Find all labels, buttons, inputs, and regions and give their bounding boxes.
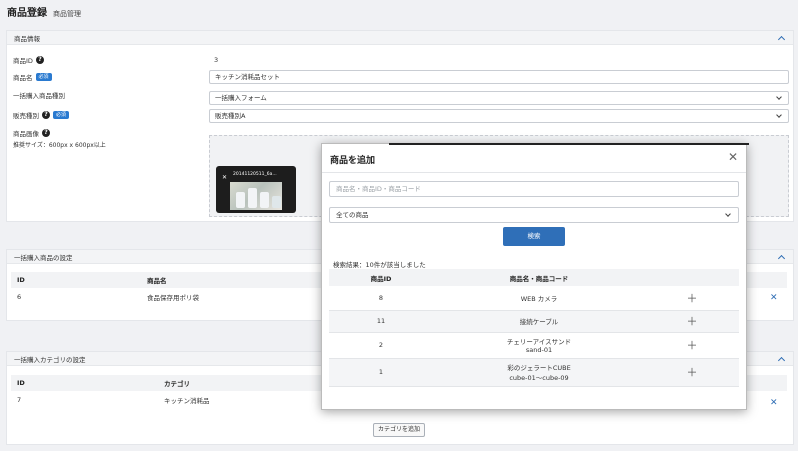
product-id-label-text: 商品ID — [13, 57, 33, 65]
result-name: チェリーアイスサンド — [506, 338, 572, 346]
product-photo — [230, 182, 282, 210]
search-button[interactable]: 検索 — [503, 227, 565, 246]
result-id: 8 — [329, 286, 433, 311]
result-id: 11 — [329, 310, 433, 333]
image-filename: 20141120511_6a... — [233, 172, 277, 177]
table-row: 8 WEB カメラ ＋ — [329, 286, 739, 311]
page-subtitle: 商品管理 — [53, 10, 81, 18]
bulk-type-select[interactable]: 一括購入フォーム — [209, 91, 789, 105]
sale-type-label-text: 販売種別 — [13, 112, 39, 120]
close-icon[interactable]: ✕ — [728, 150, 738, 164]
modal-top-bar — [389, 143, 749, 145]
product-id-value: 3 — [214, 56, 219, 64]
plus-icon[interactable]: ＋ — [687, 292, 698, 305]
result-count: 検索結果：10件が該当しました — [333, 261, 426, 269]
modal-divider — [322, 172, 746, 173]
bulk-products-title: 一括購入商品の設定 — [14, 253, 73, 262]
delete-icon[interactable]: ✕ — [770, 293, 778, 303]
product-image-thumbnail: ✕ 20141120511_6a... — [216, 166, 296, 213]
delete-icon[interactable]: ✕ — [770, 398, 778, 408]
remove-image-icon[interactable]: ✕ — [222, 174, 227, 181]
required-badge: 必須 — [53, 111, 70, 119]
table-row: 2 チェリーアイスサンド sand-01 ＋ — [329, 332, 739, 359]
column-header-id: ID — [11, 375, 158, 391]
chevron-up-icon[interactable] — [778, 355, 786, 363]
column-header-product-name: 商品名・商品コード — [433, 269, 645, 286]
add-product-modal: 商品を追加 ✕ 商品名・商品ID・商品コード 全ての商品 検索 検索結果：10件… — [321, 143, 747, 410]
plus-icon[interactable]: ＋ — [687, 315, 698, 328]
product-search-input[interactable]: 商品名・商品ID・商品コード — [329, 181, 739, 197]
product-id-label: 商品ID ? — [13, 55, 44, 65]
modal-title: 商品を追加 — [330, 156, 376, 166]
bulk-type-label: 一括購入商品種別 — [13, 90, 65, 100]
result-name: 彩のジェラートCUBE — [507, 364, 571, 372]
plus-icon[interactable]: ＋ — [687, 366, 698, 379]
page-header: 商品登録 商品管理 — [7, 4, 81, 19]
result-id: 2 — [329, 332, 433, 359]
result-name: 接続ケーブル — [433, 310, 645, 333]
product-image-label: 商品画像 ? — [13, 128, 50, 138]
page-title: 商品登録 — [7, 8, 47, 19]
help-icon[interactable]: ? — [42, 129, 50, 137]
result-code: cube-01～cube-09 — [509, 374, 569, 382]
row-id: 6 — [17, 292, 22, 301]
result-name-cell: 彩のジェラートCUBE cube-01～cube-09 — [433, 358, 645, 387]
chevron-up-icon[interactable] — [778, 34, 786, 42]
plus-icon[interactable]: ＋ — [687, 339, 698, 352]
category-filter-select[interactable]: 全ての商品 — [329, 207, 739, 223]
help-icon[interactable]: ? — [35, 56, 44, 64]
table-row: 1 彩のジェラートCUBE cube-01～cube-09 ＋ — [329, 358, 739, 387]
table-row: 11 接続ケーブル ＋ — [329, 310, 739, 333]
bulk-categories-title: 一括購入カテゴリの設定 — [14, 355, 86, 364]
result-id: 1 — [329, 358, 433, 387]
bulk-type-label-text: 一括購入商品種別 — [13, 92, 65, 100]
result-name: WEB カメラ — [433, 286, 645, 311]
result-name-cell: チェリーアイスサンド sand-01 — [433, 332, 645, 359]
product-info-header[interactable]: 商品情報 — [7, 31, 793, 45]
product-name-input[interactable]: キッチン消耗品セット — [209, 70, 789, 84]
row-id: 7 — [17, 395, 22, 404]
product-name-label: 商品名 必須 — [13, 72, 52, 82]
help-icon[interactable]: ? — [42, 111, 50, 119]
chevron-up-icon[interactable] — [778, 253, 786, 261]
column-header-id: ID — [11, 272, 141, 288]
sale-type-label: 販売種別 ? 必須 — [13, 110, 70, 120]
column-header-product-id: 商品ID — [329, 269, 433, 286]
image-size-note: 推奨サイズ：600px x 600px以上 — [13, 142, 106, 149]
result-code: sand-01 — [525, 346, 553, 354]
product-image-label-text: 商品画像 — [13, 130, 39, 138]
product-name-label-text: 商品名 — [13, 74, 33, 82]
product-info-title: 商品情報 — [14, 34, 40, 43]
sale-type-select[interactable]: 販売種別A — [209, 109, 789, 123]
required-badge: 必須 — [35, 73, 52, 81]
search-results-table: 商品ID 商品名・商品コード 8 WEB カメラ ＋ 11 接続ケーブル ＋ 2… — [329, 269, 739, 387]
add-category-button[interactable]: カテゴリを追加 — [373, 423, 426, 437]
